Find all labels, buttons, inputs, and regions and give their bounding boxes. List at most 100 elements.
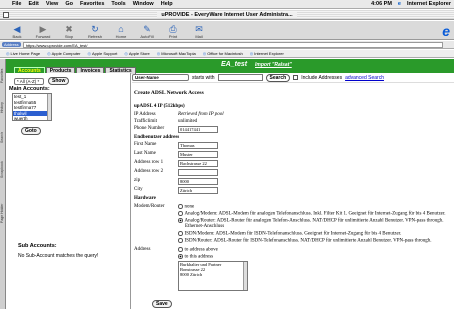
home-button[interactable]: ⌂ Home xyxy=(110,21,132,39)
address-label: Address xyxy=(134,247,151,252)
url-field[interactable]: https://www.uprovide.com/EA_test/ xyxy=(22,41,443,48)
textarea-scrollbar[interactable] xyxy=(243,262,247,290)
account-name: EA_test xyxy=(221,61,248,68)
menu-file[interactable]: File xyxy=(12,1,21,7)
city-field[interactable]: Zürich xyxy=(178,187,218,194)
stop-button[interactable]: ✖ Stop xyxy=(58,21,80,39)
autofill-label: AutoFill xyxy=(140,34,154,39)
menu-help[interactable]: Help xyxy=(161,1,173,7)
radio-button[interactable] xyxy=(178,204,183,209)
main-panel: User-Name starts with Search Include Add… xyxy=(132,73,454,309)
menu-edit[interactable]: Edit xyxy=(28,1,38,7)
menu-favorites[interactable]: Favorites xyxy=(80,1,104,7)
refresh-button[interactable]: ↻ Refresh xyxy=(84,21,106,39)
address-option-label: to this address xyxy=(184,254,214,260)
menu-go[interactable]: Go xyxy=(65,1,73,7)
menu-tools[interactable]: Tools xyxy=(111,1,125,7)
advanced-search-link[interactable]: advanced Search xyxy=(345,75,384,81)
forward-button[interactable]: ▶ Forward xyxy=(32,21,54,39)
address-row1-field[interactable]: Bachstrasse 22 xyxy=(178,160,218,167)
address-option-label: to address above xyxy=(184,247,218,253)
import-link[interactable]: Import "Ralsat" xyxy=(255,62,292,68)
delivery-address-textarea[interactable]: Burkhalter und Partner Bonstrasse 22 800… xyxy=(178,261,248,291)
autofill-icon: ✎ xyxy=(143,24,151,34)
window-title: uPROVIDE - EveryWare Internet User Admin… xyxy=(157,11,297,18)
radio-button[interactable] xyxy=(178,238,183,243)
main-accounts-list[interactable]: test_1 testfirma55 testfirma77 thalwil w… xyxy=(12,93,52,121)
modem-option-isdn-modem[interactable]: ISDN/Modem: ADSL-Modem für ISDN-Telefona… xyxy=(178,231,401,237)
product-name: upADSL 4 IP (512kbps) xyxy=(134,104,185,109)
mail-button[interactable]: ✉ Mail xyxy=(188,21,210,39)
radio-button[interactable] xyxy=(178,211,183,216)
account-filter-select[interactable]: * All (A-Z) * xyxy=(14,78,44,85)
address-bar: Address https://www.uprovide.com/EA_test… xyxy=(0,41,454,49)
firstname-field[interactable]: Thomas xyxy=(178,142,218,149)
page-title: Create ADSL Network Access xyxy=(134,90,204,96)
ip-address-value: Retrieved from IP pool xyxy=(178,112,224,117)
fav-mactopia[interactable]: Microsoft MacTopia xyxy=(157,51,195,56)
phone-field[interactable]: 014417441 xyxy=(178,126,218,133)
refresh-label: Refresh xyxy=(87,34,102,39)
radio-button-selected[interactable] xyxy=(178,218,183,223)
radio-button[interactable] xyxy=(178,247,183,252)
goto-button[interactable]: Goto xyxy=(21,127,41,135)
window-title-bar: uPROVIDE - EveryWare Internet User Admin… xyxy=(0,10,454,20)
fav-apple-support[interactable]: Apple Support xyxy=(87,51,117,56)
radio-button-selected[interactable] xyxy=(178,254,183,259)
print-button[interactable]: ⎙ Print xyxy=(162,21,184,39)
menu-bar: File Edit View Go Favorites Tools Window… xyxy=(0,0,454,9)
fav-apple-store[interactable]: Apple Store xyxy=(124,51,150,56)
back-button[interactable]: ◀ Back xyxy=(6,21,28,39)
starts-with-label: starts with xyxy=(192,74,215,81)
modem-option-analog-modem[interactable]: Analog/Modem: ADSL-Modem für analogen Te… xyxy=(178,211,446,217)
fav-live-home[interactable]: Live Home Page xyxy=(6,51,41,56)
address-row1-label: Address row 1 xyxy=(134,160,164,165)
home-icon: ⌂ xyxy=(118,24,124,34)
address-option-this[interactable]: to this address xyxy=(178,254,213,260)
zip-field[interactable]: 8000 xyxy=(178,178,218,185)
address-row2-field[interactable] xyxy=(178,169,218,176)
traffic-value: unlimited xyxy=(178,119,198,124)
search-button[interactable]: Search xyxy=(265,73,291,82)
modem-option-isdn-router[interactable]: ISDN/Router: ADSL-Router für ISDN-Telefo… xyxy=(178,238,431,244)
search-field-select[interactable]: User-Name xyxy=(132,74,189,81)
forward-label: Forward xyxy=(35,34,51,39)
app-header: Accounts Products Invoices Statistics EA… xyxy=(6,59,454,74)
firstname-label: First Name xyxy=(134,142,157,147)
back-label: Back xyxy=(12,34,22,39)
mail-icon: ✉ xyxy=(195,24,203,34)
address-label: Address xyxy=(2,42,21,47)
browser-toolbar: ◀ Back ▶ Forward ✖ Stop ↻ Refresh ⌂ Home ✎ Aut… xyxy=(0,21,454,40)
favorites-bar: Live Home Page Apple Computer Apple Supp… xyxy=(0,50,454,58)
menu-view[interactable]: View xyxy=(46,1,58,7)
modem-option-analog-router[interactable]: Analog/Router: ADSL-Router für analogen … xyxy=(178,218,443,224)
enduser-heading: Endbenutzer address xyxy=(134,135,180,140)
fav-office-mac[interactable]: Office for Macintosh xyxy=(203,51,243,56)
modem-option-label: ISDN/Modem: ADSL-Modem für ISDN-Telefona… xyxy=(184,231,402,237)
app-menu[interactable]: Internet Explorer xyxy=(407,1,451,7)
modem-option-none[interactable]: none xyxy=(178,204,194,210)
fav-internet-explorer[interactable]: Internet Explorer xyxy=(250,51,284,56)
search-bar: User-Name starts with Search Include Add… xyxy=(132,73,454,83)
list-scrollbar[interactable] xyxy=(47,94,51,120)
close-box-icon[interactable] xyxy=(3,12,9,18)
account-title: EA_test Import "Ralsat" xyxy=(221,61,292,68)
modem-option-label: Analog/Router: ADSL-Router für analogen … xyxy=(184,218,444,224)
menu-window[interactable]: Window xyxy=(133,1,154,7)
account-sidebar: * All (A-Z) * Show Main Accounts: test_1… xyxy=(6,73,131,309)
search-input[interactable] xyxy=(217,74,263,81)
modem-option-label: none xyxy=(184,204,195,210)
no-sub-accounts-message: No Sub-Account matches the query! xyxy=(18,253,99,259)
lastname-field[interactable]: Muster xyxy=(178,151,218,158)
fav-apple-computer[interactable]: Apple Computer xyxy=(47,51,81,56)
show-button[interactable]: Show xyxy=(48,77,70,85)
ie-icon: e xyxy=(397,1,401,7)
autofill-button[interactable]: ✎ AutoFill xyxy=(136,21,158,39)
zip-label: zip xyxy=(134,178,141,183)
list-item[interactable]: wuerth xyxy=(13,116,51,122)
save-button[interactable]: Save xyxy=(152,300,172,308)
address-option-above[interactable]: to address above xyxy=(178,247,218,253)
modem-option-label: Analog/Modem: ADSL-Modem für analogen Te… xyxy=(184,211,446,217)
radio-button[interactable] xyxy=(178,231,183,236)
include-addresses-checkbox[interactable] xyxy=(293,75,299,80)
